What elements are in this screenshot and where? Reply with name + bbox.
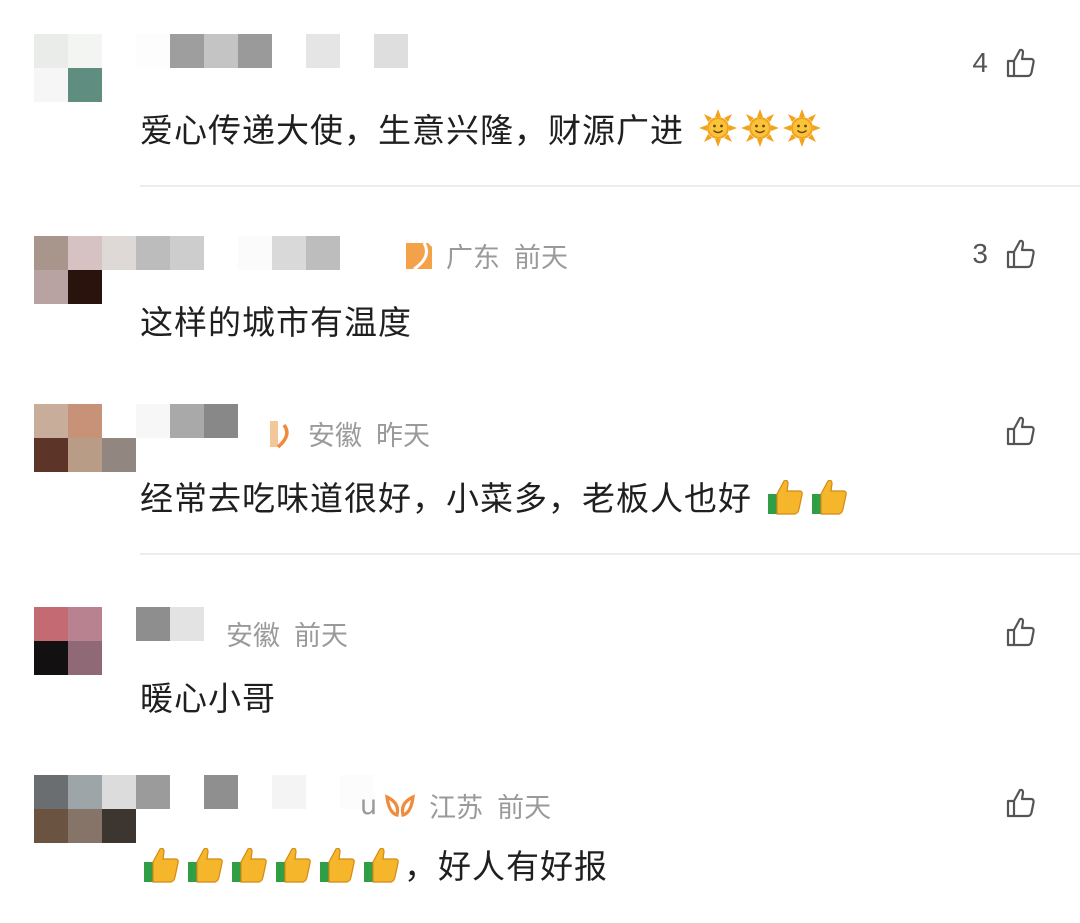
divider bbox=[140, 185, 1080, 187]
like-count: 4 bbox=[972, 47, 988, 78]
avatar[interactable] bbox=[34, 607, 136, 675]
comment-text: 爱心传递大使，生意兴隆，财源广进 bbox=[140, 104, 822, 156]
thumbs-up-outline-icon bbox=[1004, 786, 1038, 820]
time-label: 前天 bbox=[294, 621, 348, 652]
comment-text: 暖心小哥 bbox=[140, 679, 276, 718]
like-button[interactable] bbox=[988, 414, 1038, 448]
divider bbox=[140, 553, 1080, 555]
thumbs-up-outline-icon bbox=[1004, 46, 1038, 80]
time-label: 前天 bbox=[497, 793, 552, 824]
username-blurred[interactable] bbox=[136, 34, 408, 68]
time-label: 昨天 bbox=[376, 421, 430, 452]
like-button[interactable] bbox=[988, 615, 1038, 649]
orange-badge-icon bbox=[383, 789, 417, 823]
thumbs-up-emoji bbox=[810, 476, 852, 524]
avatar[interactable] bbox=[34, 775, 136, 843]
comment-text: 这样的城市有温度 bbox=[140, 303, 412, 342]
comment-meta: u 江苏 前天 bbox=[360, 786, 551, 825]
thumbs-up-emoji bbox=[142, 844, 184, 892]
thumbs-up-outline-icon bbox=[1004, 414, 1038, 448]
orange-badge-icon bbox=[404, 239, 434, 273]
avatar[interactable] bbox=[34, 34, 136, 102]
thumbs-up-emoji bbox=[186, 844, 228, 892]
region-label: 广东 bbox=[446, 243, 500, 274]
like-button[interactable]: 3 bbox=[972, 237, 1038, 271]
username-blurred[interactable] bbox=[136, 607, 204, 641]
username-blurred[interactable] bbox=[136, 404, 272, 438]
thumbs-up-emoji bbox=[318, 844, 360, 892]
like-button[interactable] bbox=[988, 786, 1038, 820]
thumbs-up-emoji bbox=[766, 476, 808, 524]
thumbs-up-emoji bbox=[230, 844, 272, 892]
comment-text: 经常去吃味道很好，小菜多，老板人也好 bbox=[140, 472, 852, 524]
username-blurred[interactable] bbox=[136, 236, 340, 270]
thumbs-up-emoji bbox=[362, 844, 404, 892]
comment-meta: 安徽 前天 bbox=[226, 614, 348, 653]
thumbs-up-outline-icon bbox=[1004, 237, 1038, 271]
comment-meta: 安徽 昨天 bbox=[268, 414, 430, 453]
avatar[interactable] bbox=[34, 404, 136, 472]
region-label: 安徽 bbox=[308, 421, 362, 452]
thumbs-up-emoji bbox=[274, 844, 316, 892]
time-label: 前天 bbox=[514, 243, 568, 274]
comment-meta: 广东 前天 bbox=[404, 236, 568, 275]
username-blurred[interactable] bbox=[136, 775, 374, 809]
username-fragment[interactable]: u bbox=[360, 790, 377, 821]
comment-text: ，好人有好报 bbox=[140, 840, 608, 892]
orange-badge-icon bbox=[268, 417, 296, 451]
like-button[interactable]: 4 bbox=[972, 46, 1038, 80]
thumbs-up-outline-icon bbox=[1004, 615, 1038, 649]
region-label: 江苏 bbox=[429, 793, 484, 824]
avatar[interactable] bbox=[34, 236, 136, 304]
sun-emoji bbox=[782, 108, 822, 156]
like-count: 3 bbox=[972, 238, 988, 269]
sun-emoji bbox=[698, 108, 738, 156]
region-label: 安徽 bbox=[226, 621, 280, 652]
sun-emoji bbox=[740, 108, 780, 156]
